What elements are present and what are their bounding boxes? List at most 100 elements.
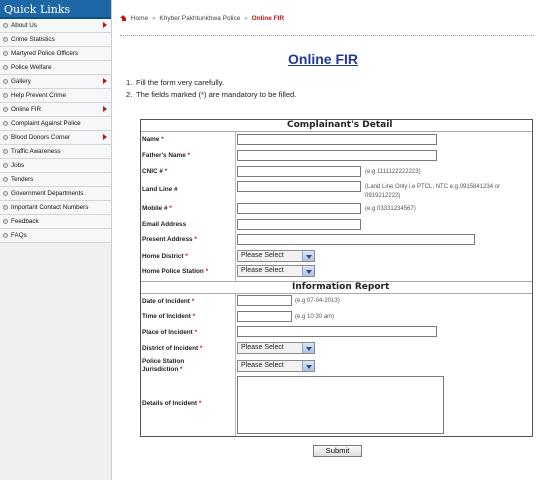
circle-bullet-icon (3, 93, 8, 98)
district-of-incident-label: District of Incident * (142, 345, 203, 352)
sidebar-item[interactable]: Online FIR (0, 103, 111, 117)
report-section-title: Information Report (292, 282, 390, 292)
sidebar-item[interactable]: Jobs (0, 159, 111, 173)
sidebar-item-label: Gallery (11, 78, 31, 85)
home-district-select[interactable]: Please Select (237, 250, 315, 262)
place-of-incident-input[interactable] (237, 326, 437, 337)
sidebar-item-label: Help Prevent Crime (11, 92, 66, 99)
present-address-label: Present Address * (142, 236, 197, 243)
email-input[interactable] (237, 219, 361, 230)
sidebar-item-label: Crime Statistics (11, 36, 55, 43)
circle-bullet-icon (3, 37, 8, 42)
instructions-list: 1. Fill the form very carefully. 2. The fi… (126, 77, 296, 101)
circle-bullet-icon (3, 107, 8, 112)
date-of-incident-label: Date of Incident * (142, 298, 195, 305)
sidebar-item[interactable]: Tenders (0, 173, 111, 187)
sidebar-item[interactable]: Traffic Awareness (0, 145, 111, 159)
sidebar-item[interactable]: Crime Statistics (0, 33, 111, 47)
sidebar-item[interactable]: Feedback (0, 215, 111, 229)
chevron-down-icon (302, 361, 314, 371)
sidebar-item[interactable]: Gallery (0, 75, 111, 89)
instruction-item: 1. Fill the form very carefully. (126, 78, 225, 87)
section-divider (141, 293, 532, 294)
sidebar-item[interactable]: Important Contact Numbers (0, 201, 111, 215)
sidebar-item-label: Police Welfare (11, 64, 52, 71)
arrow-right-icon (103, 134, 107, 140)
sidebar-item[interactable]: Government Departments (0, 187, 111, 201)
sidebar-item[interactable]: Police Welfare (0, 61, 111, 75)
arrow-right-icon (103, 22, 107, 28)
sidebar-item[interactable]: Complaint Against Police (0, 117, 111, 131)
sidebar-item-label: Blood Donors Corner (11, 134, 71, 141)
circle-bullet-icon (3, 121, 8, 126)
sidebar-list: About Us Crime Statistics Martyred Police … (0, 19, 111, 243)
breadcrumb-section-link[interactable]: Khyber Pakhtunkhwa Police (159, 15, 240, 22)
circle-bullet-icon (3, 177, 8, 182)
instruction-item: 2. The fields marked (*) are mandatory to… (126, 90, 297, 99)
breadcrumb-home-link[interactable]: Home (131, 15, 148, 22)
date-of-incident-input[interactable] (237, 295, 292, 306)
sidebar-item-label: About Us (11, 22, 37, 29)
circle-bullet-icon (3, 135, 8, 140)
form-column-divider (235, 131, 236, 281)
cnic-label: CNIC # * (142, 168, 168, 175)
mobile-label: Mobile # * (142, 205, 172, 212)
circle-bullet-icon (3, 163, 8, 168)
time-hint: (e.g 10:30 am) (295, 314, 335, 320)
sidebar-item-label: Feedback (11, 218, 39, 225)
circle-bullet-icon (3, 191, 8, 196)
date-hint: (e.g 07-04-2013) (295, 298, 340, 304)
sidebar-item-label: Jobs (11, 162, 25, 169)
landline-hint: (Land Line Only i.e PTCL, NTC e.g 091584… (365, 184, 501, 199)
home-police-station-label: Home Police Station * (142, 268, 209, 275)
chevron-down-icon (302, 251, 314, 261)
arrow-right-icon (103, 78, 107, 84)
cnic-hint: (e.g 1111122222223) (365, 169, 421, 175)
home-police-station-select[interactable]: Please Select (237, 265, 315, 277)
time-of-incident-input[interactable] (237, 311, 292, 322)
circle-bullet-icon (3, 79, 8, 84)
chevron-down-icon (302, 266, 314, 276)
landline-input[interactable] (237, 181, 361, 192)
circle-bullet-icon (3, 51, 8, 56)
circle-bullet-icon (3, 205, 8, 210)
submit-button[interactable]: Submit (313, 445, 362, 457)
sidebar-item[interactable]: Martyred Police Officers (0, 47, 111, 61)
home-icon (120, 15, 127, 21)
header-divider (120, 35, 534, 36)
police-station-jurisdiction-label: Police Station Jurisdiction * (142, 358, 185, 373)
form-column-divider (235, 293, 236, 436)
details-of-incident-textarea[interactable] (237, 376, 444, 434)
sidebar-item[interactable]: About Us (0, 19, 111, 33)
sidebar-item-label: Martyred Police Officers (11, 50, 79, 57)
sidebar-item-label: FAQs (11, 232, 27, 239)
page-title: Online FIR (288, 51, 358, 67)
mobile-input[interactable] (237, 203, 361, 214)
circle-bullet-icon (3, 233, 8, 238)
sidebar-title: Quick Links (0, 0, 111, 19)
sidebar-item[interactable]: Blood Donors Corner (0, 131, 111, 145)
arrow-right-icon (103, 106, 107, 112)
name-label: Name * (142, 136, 164, 143)
email-label: Email Address (142, 221, 187, 228)
father-name-input[interactable] (237, 150, 437, 161)
sidebar-item-label: Traffic Awareness (11, 148, 61, 155)
place-of-incident-label: Place of Incident * (142, 329, 198, 336)
breadcrumb: Home » Khyber Pakhtunkhwa Police » Onlin… (120, 15, 284, 22)
complainant-section-title: Complainant's Detail (287, 120, 393, 130)
name-input[interactable] (237, 134, 437, 145)
district-of-incident-select[interactable]: Please Select (237, 342, 315, 354)
sidebar-item[interactable]: FAQs (0, 229, 111, 243)
sidebar-item-label: Online FIR (11, 106, 42, 113)
sidebar-item-label: Important Contact Numbers (11, 204, 89, 211)
landline-label: Land Line # (142, 186, 178, 193)
mobile-hint: (e.g 03331234567) (365, 206, 416, 212)
present-address-input[interactable] (237, 234, 475, 245)
circle-bullet-icon (3, 23, 8, 28)
cnic-input[interactable] (237, 166, 361, 177)
sidebar-item[interactable]: Help Prevent Crime (0, 89, 111, 103)
sidebar-item-label: Government Departments (11, 190, 84, 197)
details-of-incident-label: Details of Incident * (142, 400, 202, 407)
father-name-label: Father's Name * (142, 152, 191, 159)
police-station-jurisdiction-select[interactable]: Please Select (237, 360, 315, 372)
